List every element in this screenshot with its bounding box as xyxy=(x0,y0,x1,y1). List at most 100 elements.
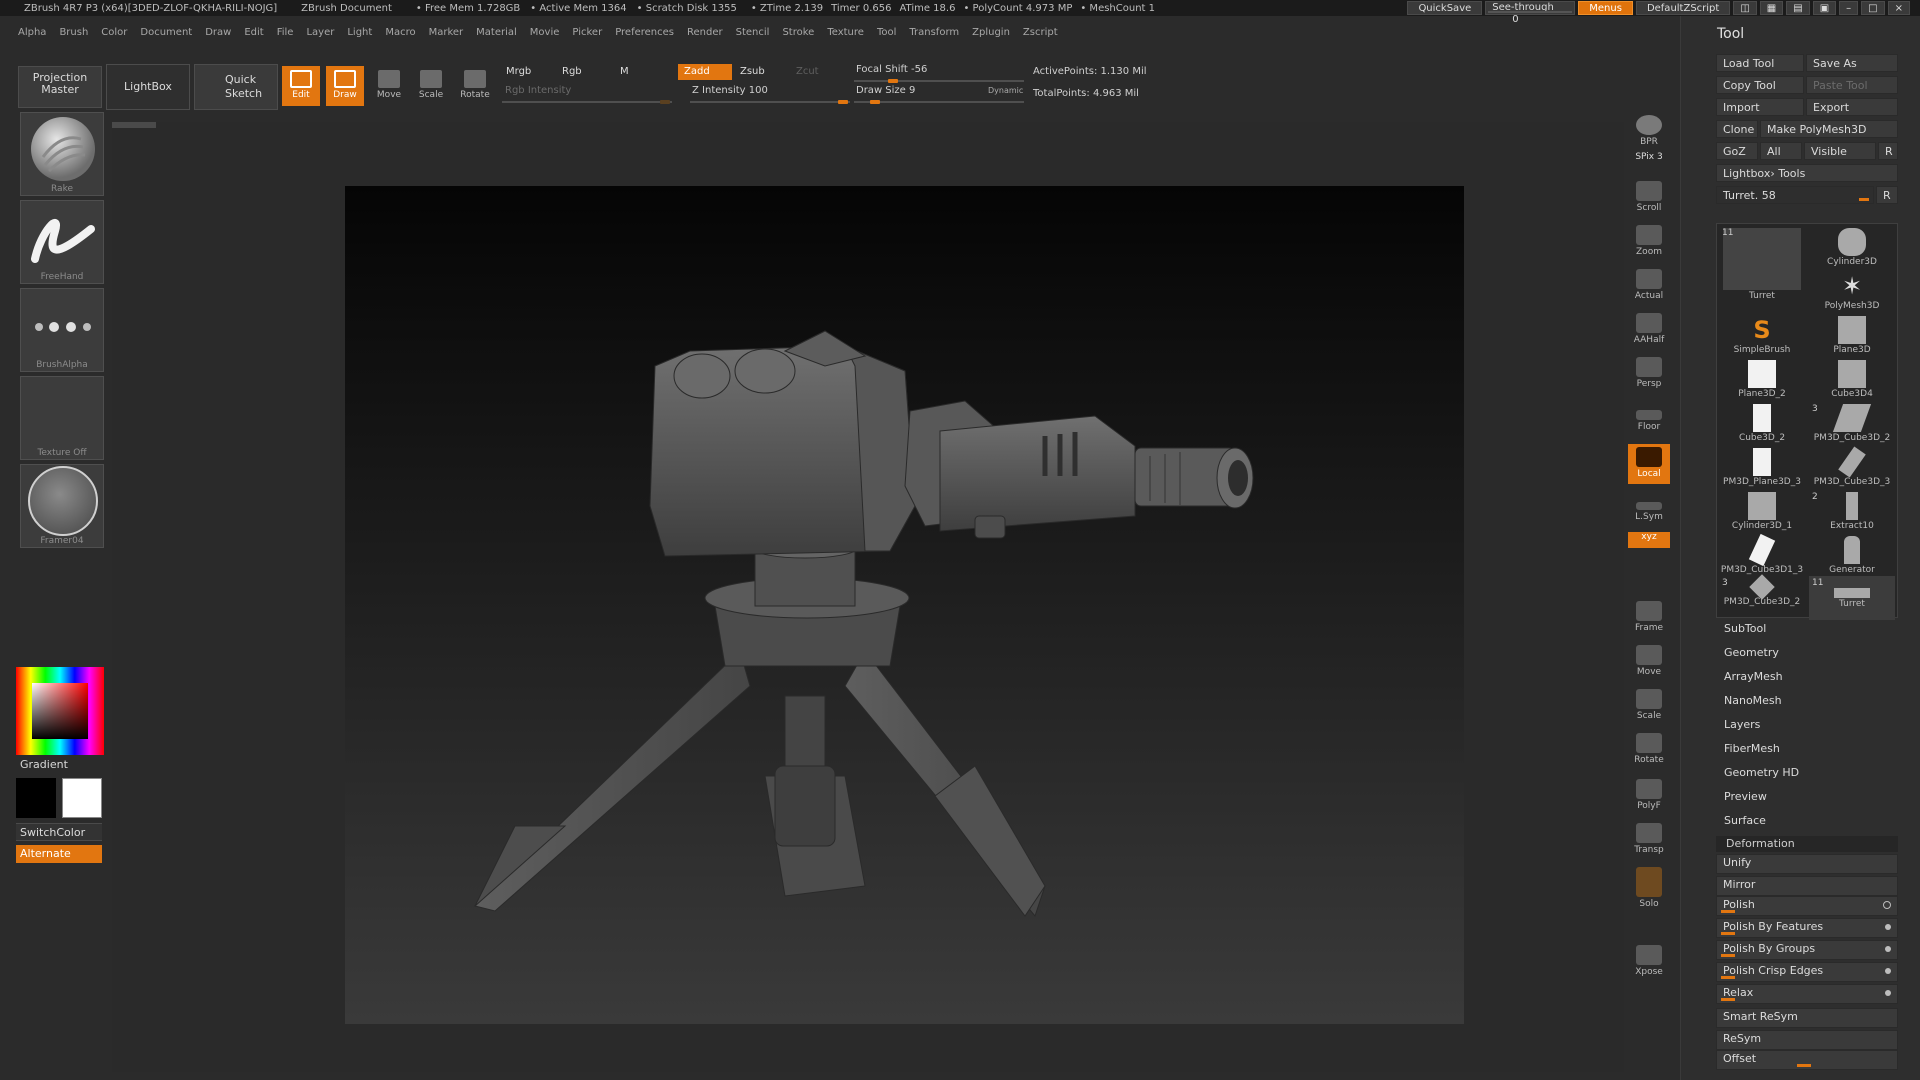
rgb-intensity-knob[interactable] xyxy=(660,100,670,104)
deform-polish-by-features-slider[interactable]: Polish By Features xyxy=(1716,918,1898,938)
deform-offset-slider[interactable]: Offset xyxy=(1716,1050,1898,1070)
minimize-icon[interactable]: – xyxy=(1839,1,1859,15)
aahalf-button[interactable]: AAHalf xyxy=(1628,310,1670,350)
import-button[interactable]: Import xyxy=(1716,98,1804,116)
lightbox-tools-button[interactable]: Lightbox› Tools xyxy=(1716,164,1898,182)
main-color-swatch[interactable] xyxy=(16,778,56,818)
scale-view-button[interactable]: Scale xyxy=(1628,686,1670,726)
dynamic-toggle[interactable]: Dynamic xyxy=(988,86,1023,95)
rotate-view-button[interactable]: Rotate xyxy=(1628,730,1670,770)
palette-icon[interactable]: ▤ xyxy=(1786,1,1810,15)
draw-size-knob[interactable] xyxy=(870,100,880,104)
scale-mode-button[interactable]: Scale xyxy=(412,66,450,106)
texture-picker[interactable]: Texture Off xyxy=(20,376,104,460)
persp-button[interactable]: Persp xyxy=(1628,354,1670,394)
z-intensity-slider[interactable]: Z Intensity 100 xyxy=(692,85,768,96)
menu-draw[interactable]: Draw xyxy=(205,27,231,38)
grid-icon[interactable]: ▦ xyxy=(1759,1,1784,15)
make-polymesh-button[interactable]: Make PolyMesh3D xyxy=(1760,120,1898,138)
bpr-render-button[interactable]: BPR xyxy=(1628,112,1670,152)
menu-zplugin[interactable]: Zplugin xyxy=(972,27,1010,38)
layout-icon[interactable]: ◫ xyxy=(1733,1,1757,15)
tool-thumb-pm3d-cube3d-3[interactable]: PM3D_Cube3D_3 xyxy=(1809,446,1895,490)
tool-thumb-polymesh3d[interactable]: ✶ PolyMesh3D xyxy=(1809,270,1895,314)
deform-polish-by-features-dot-icon[interactable] xyxy=(1885,924,1891,930)
z-intensity-knob[interactable] xyxy=(838,100,848,104)
menu-alpha[interactable]: Alpha xyxy=(18,27,46,38)
brush-picker[interactable]: Rake xyxy=(20,112,104,196)
m-button[interactable]: M xyxy=(614,64,635,80)
section-fibermesh[interactable]: FiberMesh xyxy=(1724,742,1780,755)
section-preview[interactable]: Preview xyxy=(1724,790,1767,803)
alpha-picker[interactable]: BrushAlpha xyxy=(20,288,104,372)
tool-thumb-cube3d4[interactable]: Cube3D4 xyxy=(1809,358,1895,402)
section-geometry-hd[interactable]: Geometry HD xyxy=(1724,766,1799,779)
rotate-mode-button[interactable]: Rotate xyxy=(456,66,494,106)
see-through-slider[interactable]: See-through 0 xyxy=(1485,1,1576,25)
deform-polish-by-groups-dot-icon[interactable] xyxy=(1885,946,1891,952)
menu-preferences[interactable]: Preferences xyxy=(615,27,674,38)
menu-stencil[interactable]: Stencil xyxy=(736,27,770,38)
menu-picker[interactable]: Picker xyxy=(572,27,602,38)
section-subtool[interactable]: SubTool xyxy=(1724,622,1766,635)
section-nanomesh[interactable]: NanoMesh xyxy=(1724,694,1782,707)
spix-slider[interactable]: SPix 3 xyxy=(1628,152,1670,170)
mrgb-button[interactable]: Mrgb xyxy=(500,64,537,80)
deform-offset-knob[interactable] xyxy=(1797,1064,1811,1067)
tool-thumb-turret[interactable]: 11 Turret xyxy=(1719,226,1805,310)
export-button[interactable]: Export xyxy=(1806,98,1898,116)
draw-size-slider[interactable]: Draw Size 9 xyxy=(856,85,915,96)
deform-resym-button[interactable]: ReSym xyxy=(1716,1030,1898,1050)
lock-icon[interactable]: ▣ xyxy=(1812,1,1837,15)
menu-texture[interactable]: Texture xyxy=(827,27,864,38)
deform-polish-toggle-icon[interactable] xyxy=(1883,901,1891,909)
canvas-scroll-tab[interactable] xyxy=(112,122,156,128)
frame-button[interactable]: Frame xyxy=(1628,598,1670,638)
document-canvas[interactable] xyxy=(345,186,1464,1024)
deform-smart-resym-button[interactable]: Smart ReSym xyxy=(1716,1008,1898,1028)
menu-tool[interactable]: Tool xyxy=(877,27,896,38)
current-tool-slider[interactable]: Turret. 58 xyxy=(1716,186,1874,204)
deform-unify-button[interactable]: Unify xyxy=(1716,854,1898,874)
tool-thumb-pm3d-cube3d1-3[interactable]: PM3D_Cube3D1_3 xyxy=(1719,533,1805,578)
menu-document[interactable]: Document xyxy=(140,27,192,38)
goz-all-button[interactable]: All xyxy=(1760,142,1802,160)
current-tool-r-button[interactable]: R xyxy=(1876,186,1898,204)
copy-tool-button[interactable]: Copy Tool xyxy=(1716,76,1804,94)
menu-brush[interactable]: Brush xyxy=(59,27,88,38)
menu-layer[interactable]: Layer xyxy=(306,27,334,38)
solo-button[interactable]: Solo xyxy=(1628,864,1670,914)
goz-visible-button[interactable]: Visible xyxy=(1804,142,1876,160)
alternate-button[interactable]: Alternate xyxy=(16,845,102,863)
paste-tool-button[interactable]: Paste Tool xyxy=(1806,76,1898,94)
xyz-button[interactable]: xyz xyxy=(1628,532,1670,548)
focal-shift-knob[interactable] xyxy=(888,79,898,83)
menu-transform[interactable]: Transform xyxy=(909,27,959,38)
goz-button[interactable]: GoZ xyxy=(1716,142,1758,160)
color-picker[interactable] xyxy=(16,667,104,755)
tool-thumb-plane3d[interactable]: Plane3D xyxy=(1809,314,1895,358)
stroke-picker[interactable]: FreeHand xyxy=(20,200,104,284)
deform-mirror-button[interactable]: Mirror xyxy=(1716,876,1898,896)
zadd-button[interactable]: Zadd xyxy=(678,64,732,80)
tool-thumb-generator[interactable]: Generator xyxy=(1809,534,1895,578)
menu-macro[interactable]: Macro xyxy=(385,27,415,38)
move-mode-button[interactable]: Move xyxy=(370,66,408,106)
maximize-icon[interactable]: □ xyxy=(1861,1,1885,15)
menu-material[interactable]: Material xyxy=(476,27,517,38)
tool-thumb-cube3d-2[interactable]: Cube3D_2 xyxy=(1719,402,1805,446)
rgb-intensity-slider[interactable]: Rgb Intensity xyxy=(505,85,571,96)
menu-movie[interactable]: Movie xyxy=(530,27,560,38)
deform-polish-crisp-edges-dot-icon[interactable] xyxy=(1885,968,1891,974)
tool-palette-header[interactable]: Tool xyxy=(1681,24,1920,44)
zoom-button[interactable]: Zoom xyxy=(1628,222,1670,262)
section-arraymesh[interactable]: ArrayMesh xyxy=(1724,670,1783,683)
tool-thumb-cylinder3d-1[interactable]: Cylinder3D_1 xyxy=(1719,490,1805,534)
load-tool-button[interactable]: Load Tool xyxy=(1716,54,1804,72)
gradient-label[interactable]: Gradient xyxy=(20,758,68,771)
tool-thumb-simplebrush[interactable]: S SimpleBrush xyxy=(1719,314,1805,358)
menu-stroke[interactable]: Stroke xyxy=(782,27,814,38)
deform-relax-slider[interactable]: Relax xyxy=(1716,984,1898,1004)
menu-light[interactable]: Light xyxy=(347,27,372,38)
deform-polish-slider[interactable]: Polish xyxy=(1716,896,1898,916)
